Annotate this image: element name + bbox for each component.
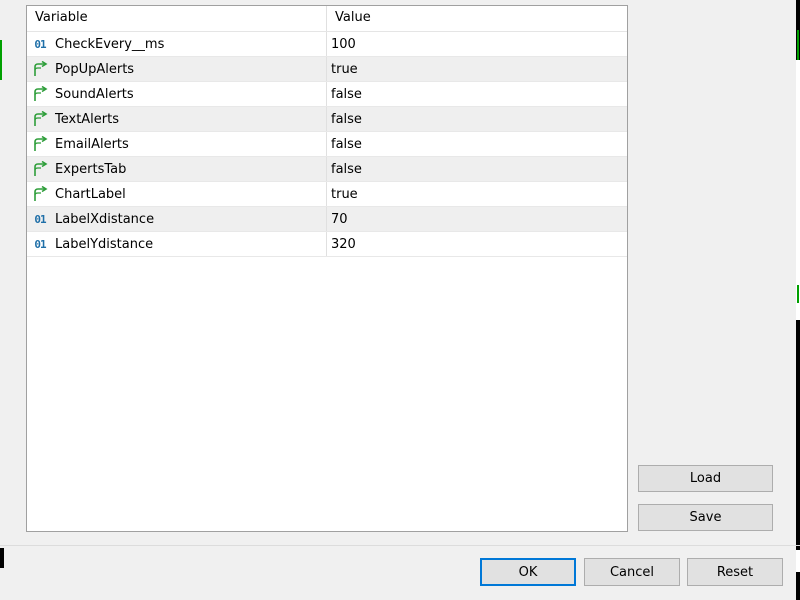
value-cell[interactable]: false — [327, 132, 627, 156]
variable-name: SoundAlerts — [55, 86, 134, 102]
table-row[interactable]: 01 LabelXdistance 70 — [27, 207, 627, 232]
chart-edge-bar — [0, 40, 2, 80]
variable-cell[interactable]: ExpertsTab — [27, 157, 327, 181]
load-button[interactable]: Load — [638, 465, 773, 492]
number-01-icon: 01 — [31, 211, 49, 227]
variable-cell[interactable]: EmailAlerts — [27, 132, 327, 156]
variable-value: false — [331, 111, 362, 127]
bool-arrow-icon — [31, 61, 49, 77]
variable-value: true — [331, 186, 358, 202]
grid-rows: 01 CheckEvery__ms 100 PopUpAlerts true SoundA… — [27, 32, 627, 257]
footer-divider — [0, 545, 800, 546]
variable-value: 100 — [331, 36, 356, 52]
value-cell[interactable]: 320 — [327, 232, 627, 256]
chart-edge-bar — [0, 548, 4, 568]
value-cell[interactable]: false — [327, 157, 627, 181]
grid-header: Variable Value — [27, 6, 627, 32]
chart-edge-right — [796, 0, 800, 600]
variable-cell[interactable]: PopUpAlerts — [27, 57, 327, 81]
variable-value: false — [331, 86, 362, 102]
reset-button[interactable]: Reset — [687, 558, 783, 586]
variable-value: true — [331, 61, 358, 77]
table-row[interactable]: 01 CheckEvery__ms 100 — [27, 32, 627, 57]
table-row[interactable]: ExpertsTab false — [27, 157, 627, 182]
value-cell[interactable]: 70 — [327, 207, 627, 231]
bool-arrow-icon — [31, 161, 49, 177]
variable-name: TextAlerts — [55, 111, 120, 127]
table-row[interactable]: EmailAlerts false — [27, 132, 627, 157]
number-01-icon: 01 — [31, 236, 49, 252]
bool-arrow-icon — [31, 111, 49, 127]
variable-value: 70 — [331, 211, 348, 227]
variable-value: false — [331, 161, 362, 177]
table-row[interactable]: 01 LabelYdistance 320 — [27, 232, 627, 257]
table-row[interactable]: PopUpAlerts true — [27, 57, 627, 82]
variable-cell[interactable]: 01 LabelYdistance — [27, 232, 327, 256]
variable-name: PopUpAlerts — [55, 61, 135, 77]
variable-value: false — [331, 136, 362, 152]
value-cell[interactable]: false — [327, 82, 627, 106]
value-cell[interactable]: true — [327, 57, 627, 81]
variable-name: LabelYdistance — [55, 236, 154, 252]
variable-cell[interactable]: ChartLabel — [27, 182, 327, 206]
variable-cell[interactable]: TextAlerts — [27, 107, 327, 131]
value-cell[interactable]: false — [327, 107, 627, 131]
column-header-value[interactable]: Value — [327, 6, 627, 31]
chart-edge-bar — [797, 30, 799, 60]
chart-edge-segment — [796, 550, 800, 572]
table-row[interactable]: ChartLabel true — [27, 182, 627, 207]
chart-edge-bar — [797, 285, 799, 303]
number-01-glyph: 01 — [34, 212, 46, 226]
number-01-glyph: 01 — [34, 237, 46, 251]
variable-name: CheckEvery__ms — [55, 36, 165, 52]
variable-cell[interactable]: SoundAlerts — [27, 82, 327, 106]
ok-button[interactable]: OK — [480, 558, 576, 586]
number-01-glyph: 01 — [34, 37, 46, 51]
save-button[interactable]: Save — [638, 504, 773, 531]
bool-arrow-icon — [31, 186, 49, 202]
chart-edge-segment — [796, 60, 800, 320]
variable-name: ExpertsTab — [55, 161, 127, 177]
inputs-grid[interactable]: Variable Value 01 CheckEvery__ms 100 PopUpA… — [26, 5, 628, 532]
bool-arrow-icon — [31, 86, 49, 102]
variable-name: LabelXdistance — [55, 211, 155, 227]
variable-cell[interactable]: 01 LabelXdistance — [27, 207, 327, 231]
chart-edge-left — [0, 0, 4, 600]
variable-name: ChartLabel — [55, 186, 126, 202]
cancel-button[interactable]: Cancel — [584, 558, 680, 586]
value-cell[interactable]: 100 — [327, 32, 627, 56]
table-row[interactable]: SoundAlerts false — [27, 82, 627, 107]
bool-arrow-icon — [31, 136, 49, 152]
variable-name: EmailAlerts — [55, 136, 129, 152]
number-01-icon: 01 — [31, 36, 49, 52]
variable-value: 320 — [331, 236, 356, 252]
value-cell[interactable]: true — [327, 182, 627, 206]
table-row[interactable]: TextAlerts false — [27, 107, 627, 132]
column-header-variable[interactable]: Variable — [27, 6, 327, 31]
variable-cell[interactable]: 01 CheckEvery__ms — [27, 32, 327, 56]
